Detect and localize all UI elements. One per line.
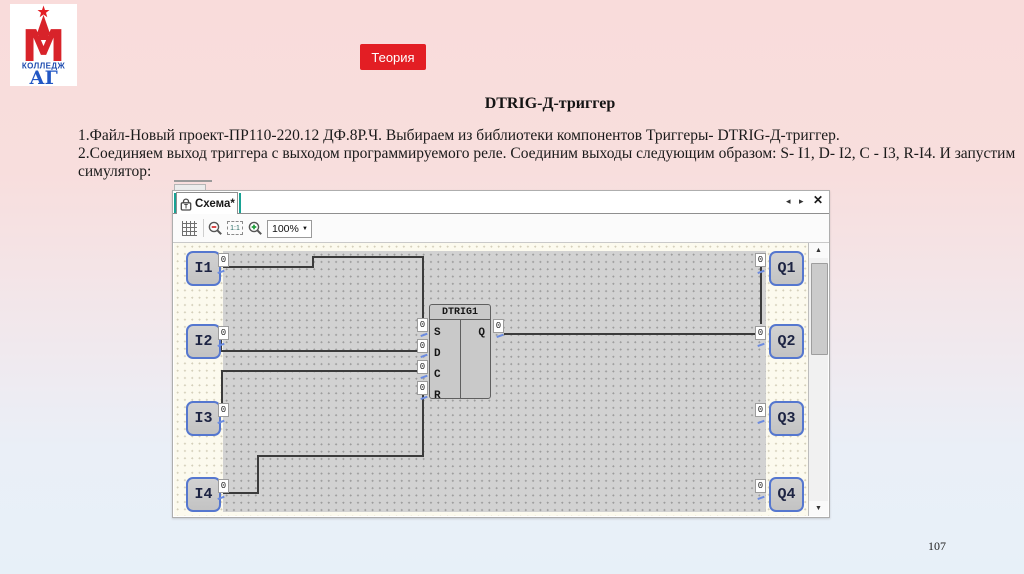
- tab-bar: T Схема* ◂ ▸ ✕: [173, 191, 829, 215]
- toolbar-separator: [203, 219, 204, 237]
- svg-text:T: T: [184, 203, 188, 210]
- zoom-out-icon[interactable]: [207, 220, 224, 237]
- pin-value-badge: 0: [218, 253, 229, 267]
- dtrig-pin-r: R: [434, 390, 441, 402]
- wires-layer: [220, 256, 762, 494]
- dtrig-component[interactable]: DTRIG1 S D C R Q: [429, 304, 491, 402]
- pin-value-badge: 0: [755, 479, 766, 493]
- block-label: I1: [194, 260, 213, 277]
- wire-i1-s[interactable]: [223, 256, 424, 318]
- tab-accent-right: [239, 193, 241, 213]
- block-label: Q3: [777, 410, 796, 427]
- tab-label: Схема*: [195, 198, 235, 210]
- pin-value-badge: 0: [218, 326, 229, 340]
- zoom-level-dropdown[interactable]: 100% ▼: [267, 220, 312, 238]
- schematic-editor-window: T Схема* ◂ ▸ ✕ 1:1 100% ▼ I1 0 I2 0 I3 0…: [172, 190, 830, 518]
- schematic-canvas[interactable]: I1 0 I2 0 I3 0 I4 0 Q1 0 Q2 0 Q3 0 Q4 0 …: [174, 243, 808, 516]
- instruction-line-3: симулятор:: [78, 163, 152, 180]
- zoom-in-icon[interactable]: [247, 220, 264, 237]
- chevron-down-icon: ▼: [302, 226, 308, 232]
- dtrig-pin-c: C: [434, 369, 441, 381]
- tab-scroll-right-icon[interactable]: ▸: [799, 196, 804, 207]
- toolbar: 1:1 100% ▼: [173, 214, 829, 243]
- college-logo: М КОЛЛЕДЖ АГ: [10, 4, 77, 89]
- wire-i4-r[interactable]: [223, 395, 424, 494]
- dtrig-pin-d: D: [434, 348, 441, 360]
- input-block-i3[interactable]: I3 0: [186, 401, 229, 436]
- logo-initials: АГ: [29, 67, 58, 86]
- dtrig-pin-q: Q: [478, 327, 485, 339]
- slide: М КОЛЛЕДЖ АГ Теория DTRIG-Д-триггер 1.Фа…: [0, 0, 1024, 574]
- pin-value-badge: 0: [218, 479, 229, 493]
- zoom-level-value: 100%: [272, 223, 299, 235]
- output-block-q1[interactable]: Q1 0: [755, 251, 804, 286]
- output-block-q4[interactable]: Q4 0: [755, 477, 804, 512]
- instruction-line-1: 1.Файл-Новый проект-ПР110-220.12 ДФ.8Р.Ч…: [78, 127, 840, 144]
- zoom-fit-icon[interactable]: 1:1: [227, 221, 243, 235]
- output-block-q2[interactable]: Q2 0: [755, 324, 804, 359]
- dtrig-divider: [460, 320, 461, 398]
- dtrig-name: DTRIG1: [430, 305, 490, 320]
- block-label: I3: [194, 410, 213, 427]
- pin-value-badge: 0: [755, 326, 766, 340]
- tab-scroll-left-icon[interactable]: ◂: [786, 196, 791, 207]
- pin-value-badge: 0: [755, 403, 766, 417]
- block-label: Q2: [777, 333, 796, 350]
- tab-schema[interactable]: T Схема*: [176, 192, 238, 215]
- cropped-ui-fragment: [174, 180, 212, 182]
- pin-value-badge: 0: [755, 253, 766, 267]
- grid-toggle-icon[interactable]: [182, 221, 197, 236]
- dtrig-pin-s: S: [434, 327, 441, 339]
- input-block-i4[interactable]: I4 0: [186, 477, 229, 512]
- block-label: I4: [194, 486, 213, 503]
- input-block-i1[interactable]: I1 0: [186, 251, 229, 286]
- output-block-q3[interactable]: Q3 0: [755, 401, 804, 436]
- wire-i3-c[interactable]: [221, 370, 417, 403]
- college-logo-graphic: М КОЛЛЕДЖ АГ: [22, 5, 65, 89]
- block-label: Q4: [777, 486, 796, 503]
- block-label: Q1: [777, 260, 796, 277]
- scroll-down-icon[interactable]: ▼: [809, 501, 828, 516]
- page-number: 107: [928, 539, 946, 553]
- scrollbar-thumb[interactable]: [811, 263, 828, 355]
- lock-icon: T: [180, 198, 192, 211]
- input-block-i2[interactable]: I2 0: [186, 324, 229, 359]
- block-label: I2: [194, 333, 213, 350]
- pin-value-badge: 0: [218, 403, 229, 417]
- close-icon[interactable]: ✕: [813, 193, 823, 207]
- scroll-up-icon[interactable]: ▲: [809, 243, 828, 258]
- instruction-line-2: 2.Соединяем выход триггера с выходом про…: [78, 145, 1016, 162]
- vertical-scrollbar[interactable]: ▲ ▼: [808, 243, 828, 516]
- wire-i2-d[interactable]: [220, 340, 417, 352]
- page-title: DTRIG-Д-триггер: [484, 95, 616, 112]
- theory-button[interactable]: Теория: [360, 44, 426, 70]
